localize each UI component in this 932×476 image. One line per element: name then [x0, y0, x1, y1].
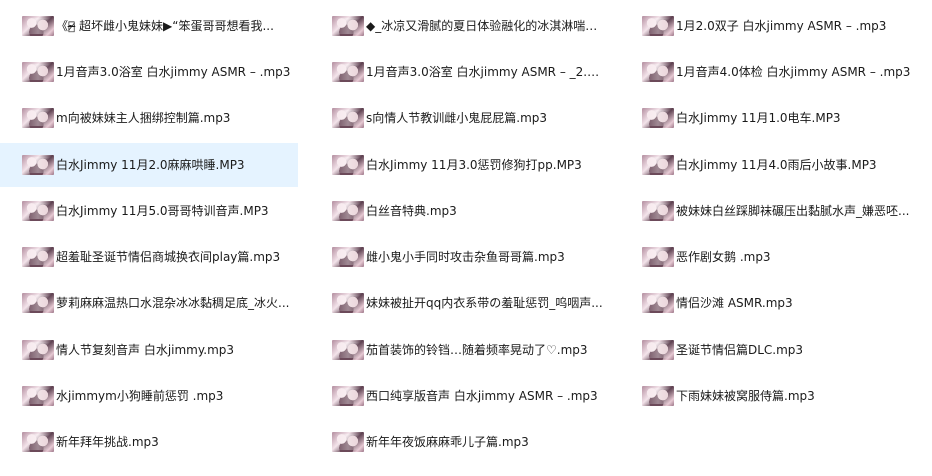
audio-cover-thumbnail-icon	[332, 201, 364, 221]
file-item[interactable]: 超羞耻圣诞节情侣商城换衣间play篇.mp3	[0, 235, 298, 279]
file-name: 白丝音特典.mp3	[366, 204, 457, 218]
file-name: 被妹妹白丝踩脚袜碾压出黏腻水声_嫌恶呸...	[676, 204, 910, 218]
audio-cover-thumbnail-icon	[22, 386, 54, 406]
audio-cover-thumbnail-icon	[22, 62, 54, 82]
file-item[interactable]: 被妹妹白丝踩脚袜碾压出黏腻水声_嫌恶呸...	[620, 189, 918, 233]
file-name: 《ఌ̴̶̷ 超坏雌小鬼妹妹▶“笨蛋哥哥想看我...	[56, 19, 274, 33]
audio-cover-thumbnail-icon	[22, 340, 54, 360]
audio-cover-thumbnail-icon	[642, 247, 674, 267]
file-item[interactable]: 白丝音特典.mp3	[310, 189, 608, 233]
audio-cover-thumbnail-icon	[22, 108, 54, 128]
file-name: 水jimmym小狗睡前惩罚 .mp3	[56, 389, 224, 403]
file-name: 白水Jimmy 11月2.0麻麻哄睡.MP3	[56, 158, 245, 172]
file-name: 恶作剧女鹅 .mp3	[676, 250, 771, 264]
file-name: 圣诞节情侣篇DLC.mp3	[676, 343, 804, 357]
file-name: ◆_冰凉又滑腻的夏日体验融化的冰淇淋喘息...	[366, 19, 608, 33]
audio-cover-thumbnail-icon	[642, 386, 674, 406]
file-item[interactable]: s向情人节教训雌小鬼屁屁篇.mp3	[310, 96, 608, 140]
file-item[interactable]: 下雨妹妹被窝服侍篇.mp3	[620, 374, 918, 418]
file-name: 茄首装饰的铃铛…随着频率晃动了♡.mp3	[366, 343, 588, 357]
audio-cover-thumbnail-icon	[22, 247, 54, 267]
file-item[interactable]: 1月音声3.0浴室 白水jimmy ASMR – _2.m...	[310, 50, 608, 94]
audio-cover-thumbnail-icon	[332, 432, 364, 452]
file-name: 情人节复刻音声 白水jimmy.mp3	[56, 343, 235, 357]
file-name: 1月2.0双子 白水jimmy ASMR – .mp3	[676, 19, 887, 33]
audio-cover-thumbnail-icon	[332, 386, 364, 406]
file-name: s向情人节教训雌小鬼屁屁篇.mp3	[366, 111, 548, 125]
file-item[interactable]: 情人节复刻音声 白水jimmy.mp3	[0, 328, 298, 372]
file-item[interactable]: 白水Jimmy 11月5.0哥哥特训音声.MP3	[0, 189, 298, 233]
file-name: 1月音声3.0浴室 白水jimmy ASMR – .mp3	[56, 65, 291, 79]
audio-cover-thumbnail-icon	[642, 155, 674, 175]
file-item[interactable]: 茄首装饰的铃铛…随着频率晃动了♡.mp3	[310, 328, 608, 372]
file-name: 1月音声4.0体检 白水jimmy ASMR – .mp3	[676, 65, 911, 79]
audio-cover-thumbnail-icon	[642, 293, 674, 313]
file-item[interactable]: 1月2.0双子 白水jimmy ASMR – .mp3	[620, 4, 918, 48]
audio-cover-thumbnail-icon	[22, 155, 54, 175]
file-item[interactable]: 1月音声4.0体检 白水jimmy ASMR – .mp3	[620, 50, 918, 94]
file-name: 白水Jimmy 11月3.0惩罚修狗打pp.MP3	[366, 158, 582, 172]
audio-cover-thumbnail-icon	[642, 108, 674, 128]
file-item[interactable]: 妹妹被扯开qq内衣系带の羞耻惩罚_呜咽声...	[310, 281, 608, 325]
file-name: 下雨妹妹被窝服侍篇.mp3	[676, 389, 815, 403]
audio-cover-thumbnail-icon	[332, 293, 364, 313]
file-name: m向被妹妹主人捆绑控制篇.mp3	[56, 111, 231, 125]
file-item[interactable]: 萝莉麻麻温热口水混杂冰冰黏稠足底_冰火...	[0, 281, 298, 325]
audio-cover-thumbnail-icon	[332, 16, 364, 36]
audio-cover-thumbnail-icon	[332, 247, 364, 267]
file-name: 雌小鬼小手同时攻击杂鱼哥哥篇.mp3	[366, 250, 565, 264]
file-name: 白水Jimmy 11月5.0哥哥特训音声.MP3	[56, 204, 269, 218]
file-item[interactable]: 新年年夜饭麻麻乖儿子篇.mp3	[310, 420, 608, 464]
audio-cover-thumbnail-icon	[22, 293, 54, 313]
audio-cover-thumbnail-icon	[22, 432, 54, 452]
audio-cover-thumbnail-icon	[642, 16, 674, 36]
file-item[interactable]: 白水Jimmy 11月1.0电车.MP3	[620, 96, 918, 140]
file-name: 萝莉麻麻温热口水混杂冰冰黏稠足底_冰火...	[56, 296, 290, 310]
file-item[interactable]: 白水Jimmy 11月4.0雨后小故事.MP3	[620, 143, 918, 187]
audio-cover-thumbnail-icon	[22, 201, 54, 221]
audio-cover-thumbnail-icon	[332, 62, 364, 82]
audio-cover-thumbnail-icon	[332, 340, 364, 360]
file-name: 超羞耻圣诞节情侣商城换衣间play篇.mp3	[56, 250, 281, 264]
file-item[interactable]: 水jimmym小狗睡前惩罚 .mp3	[0, 374, 298, 418]
file-item-selected[interactable]: 白水Jimmy 11月2.0麻麻哄睡.MP3	[0, 143, 298, 187]
file-item[interactable]: m向被妹妹主人捆绑控制篇.mp3	[0, 96, 298, 140]
file-item[interactable]: ◆_冰凉又滑腻的夏日体验融化的冰淇淋喘息...	[310, 4, 608, 48]
file-name: 情侣沙滩 ASMR.mp3	[676, 296, 793, 310]
file-name: 1月音声3.0浴室 白水jimmy ASMR – _2.m...	[366, 65, 608, 79]
file-item[interactable]: 白水Jimmy 11月3.0惩罚修狗打pp.MP3	[310, 143, 608, 187]
file-grid: 《ఌ̴̶̷ 超坏雌小鬼妹妹▶“笨蛋哥哥想看我... ◆_冰凉又滑腻的夏日体验融化…	[0, 0, 932, 476]
file-item[interactable]: 雌小鬼小手同时攻击杂鱼哥哥篇.mp3	[310, 235, 608, 279]
file-item[interactable]: 1月音声3.0浴室 白水jimmy ASMR – .mp3	[0, 50, 298, 94]
audio-cover-thumbnail-icon	[332, 155, 364, 175]
file-item[interactable]: 新年拜年挑战.mp3	[0, 420, 298, 464]
audio-cover-thumbnail-icon	[642, 340, 674, 360]
file-name: 西口纯享版音声 白水jimmy ASMR – .mp3	[366, 389, 598, 403]
audio-cover-thumbnail-icon	[642, 201, 674, 221]
file-item[interactable]: 情侣沙滩 ASMR.mp3	[620, 281, 918, 325]
file-name: 新年拜年挑战.mp3	[56, 435, 159, 449]
audio-cover-thumbnail-icon	[332, 108, 364, 128]
file-item[interactable]: 恶作剧女鹅 .mp3	[620, 235, 918, 279]
file-item[interactable]: 圣诞节情侣篇DLC.mp3	[620, 328, 918, 372]
file-name: 妹妹被扯开qq内衣系带の羞耻惩罚_呜咽声...	[366, 296, 603, 310]
audio-cover-thumbnail-icon	[22, 16, 54, 36]
file-item[interactable]: 《ఌ̴̶̷ 超坏雌小鬼妹妹▶“笨蛋哥哥想看我...	[0, 4, 298, 48]
file-item[interactable]: 西口纯享版音声 白水jimmy ASMR – .mp3	[310, 374, 608, 418]
audio-cover-thumbnail-icon	[642, 62, 674, 82]
file-name: 白水Jimmy 11月1.0电车.MP3	[676, 111, 841, 125]
file-name: 白水Jimmy 11月4.0雨后小故事.MP3	[676, 158, 877, 172]
file-name: 新年年夜饭麻麻乖儿子篇.mp3	[366, 435, 529, 449]
